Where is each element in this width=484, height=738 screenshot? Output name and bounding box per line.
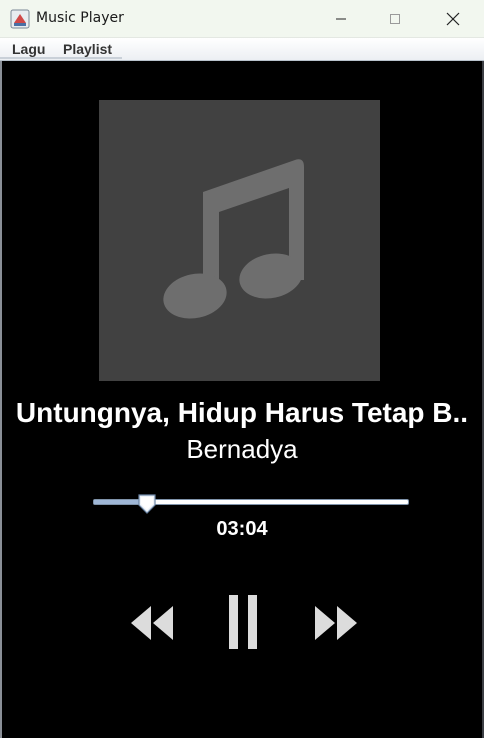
menu-playlist[interactable]: Playlist [63, 41, 112, 57]
rewind-icon [131, 606, 173, 640]
maximize-button[interactable] [372, 0, 418, 38]
pause-icon [229, 595, 257, 649]
maximize-icon [390, 14, 400, 24]
minimize-button[interactable] [318, 0, 364, 38]
menu-lagu[interactable]: Lagu [12, 41, 45, 57]
fast-forward-icon [315, 606, 357, 640]
elapsed-time: 03:04 [216, 518, 268, 540]
pause-button[interactable] [225, 591, 261, 653]
previous-button[interactable] [128, 599, 176, 647]
album-art [99, 100, 380, 381]
close-button[interactable] [430, 0, 476, 38]
menu-divider [0, 57, 122, 59]
player-panel: Untungnya, Hidup Harus Tetap B.. Bernady… [2, 61, 482, 738]
minimize-icon [336, 18, 346, 20]
next-button[interactable] [312, 599, 360, 647]
song-title: Untungnya, Hidup Harus Tetap B.. [15, 397, 469, 428]
window-title: Music Player [36, 10, 124, 26]
progress-thumb[interactable] [137, 493, 157, 515]
java-app-icon[interactable] [10, 9, 30, 29]
title-bar: Music Player [0, 0, 484, 38]
music-note-icon [163, 159, 304, 319]
artist-name: Bernadya [186, 434, 298, 464]
close-icon [446, 12, 460, 26]
